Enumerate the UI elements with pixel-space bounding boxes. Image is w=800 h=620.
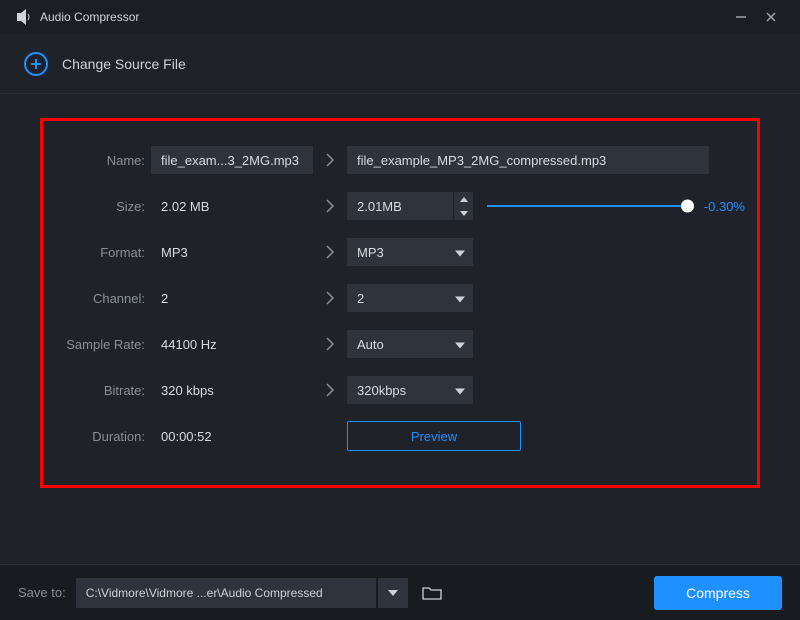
minimize-button[interactable] bbox=[726, 2, 756, 32]
open-folder-button[interactable] bbox=[418, 579, 446, 607]
row-bitrate: Bitrate: 320 kbps 320kbps bbox=[55, 367, 745, 413]
arrow-icon bbox=[313, 244, 347, 260]
row-channel: Channel: 2 2 bbox=[55, 275, 745, 321]
channel-label: Channel: bbox=[55, 291, 151, 306]
bitrate-select-value: 320kbps bbox=[357, 383, 406, 398]
source-channel: 2 bbox=[151, 291, 313, 306]
app-title: Audio Compressor bbox=[40, 10, 139, 24]
chevron-down-icon bbox=[455, 337, 465, 352]
arrow-icon bbox=[313, 382, 347, 398]
chevron-down-icon bbox=[455, 383, 465, 398]
chevron-down-icon bbox=[455, 245, 465, 260]
preview-button[interactable]: Preview bbox=[347, 421, 521, 451]
size-slider-thumb[interactable] bbox=[681, 200, 694, 213]
sample-rate-select-value: Auto bbox=[357, 337, 384, 352]
row-sample-rate: Sample Rate: 44100 Hz Auto bbox=[55, 321, 745, 367]
settings-frame: Name: file_exam...3_2MG.mp3 file_example… bbox=[40, 118, 760, 488]
output-size-value: 2.01MB bbox=[357, 199, 402, 214]
row-name: Name: file_exam...3_2MG.mp3 file_example… bbox=[55, 137, 745, 183]
source-bitrate: 320 kbps bbox=[151, 383, 313, 398]
change-source-bar[interactable]: Change Source File bbox=[0, 34, 800, 94]
arrow-icon bbox=[313, 152, 347, 168]
plus-circle-icon bbox=[24, 52, 48, 76]
save-to-label: Save to: bbox=[18, 585, 66, 600]
source-format: MP3 bbox=[151, 245, 313, 260]
size-step-down[interactable] bbox=[454, 206, 473, 220]
size-step-up[interactable] bbox=[454, 192, 473, 206]
sample-rate-label: Sample Rate: bbox=[55, 337, 151, 352]
output-name-input[interactable]: file_example_MP3_2MG_compressed.mp3 bbox=[347, 146, 709, 174]
source-size: 2.02 MB bbox=[151, 199, 313, 214]
size-delta: -0.30% bbox=[704, 199, 745, 214]
name-label: Name: bbox=[55, 153, 151, 168]
bottom-bar: Save to: C:\Vidmore\Vidmore ...er\Audio … bbox=[0, 564, 800, 620]
sample-rate-select[interactable]: Auto bbox=[347, 330, 473, 358]
arrow-icon bbox=[313, 336, 347, 352]
chevron-down-icon bbox=[455, 291, 465, 306]
bitrate-select[interactable]: 320kbps bbox=[347, 376, 473, 404]
size-label: Size: bbox=[55, 199, 151, 214]
save-path-dropdown[interactable] bbox=[378, 578, 408, 608]
format-select[interactable]: MP3 bbox=[347, 238, 473, 266]
size-slider[interactable] bbox=[487, 205, 692, 207]
row-format: Format: MP3 MP3 bbox=[55, 229, 745, 275]
channel-select-value: 2 bbox=[357, 291, 364, 306]
size-slider-wrap: -0.30% bbox=[473, 199, 745, 214]
main-panel: Name: file_exam...3_2MG.mp3 file_example… bbox=[0, 94, 800, 498]
format-label: Format: bbox=[55, 245, 151, 260]
channel-select[interactable]: 2 bbox=[347, 284, 473, 312]
source-sample-rate: 44100 Hz bbox=[151, 337, 313, 352]
arrow-icon bbox=[313, 290, 347, 306]
compress-button[interactable]: Compress bbox=[654, 576, 782, 610]
output-size-stepper[interactable]: 2.01MB bbox=[347, 192, 473, 220]
row-duration: Duration: 00:00:52 Preview bbox=[55, 413, 745, 459]
arrow-icon bbox=[313, 198, 347, 214]
source-duration: 00:00:52 bbox=[151, 429, 313, 444]
format-select-value: MP3 bbox=[357, 245, 384, 260]
save-path-input[interactable]: C:\Vidmore\Vidmore ...er\Audio Compresse… bbox=[76, 578, 376, 608]
duration-label: Duration: bbox=[55, 429, 151, 444]
row-size: Size: 2.02 MB 2.01MB -0.30% bbox=[55, 183, 745, 229]
bitrate-label: Bitrate: bbox=[55, 383, 151, 398]
source-name: file_exam...3_2MG.mp3 bbox=[151, 146, 313, 174]
change-source-label: Change Source File bbox=[62, 56, 186, 72]
close-button[interactable] bbox=[756, 2, 786, 32]
app-icon bbox=[14, 8, 32, 26]
titlebar: Audio Compressor bbox=[0, 0, 800, 34]
